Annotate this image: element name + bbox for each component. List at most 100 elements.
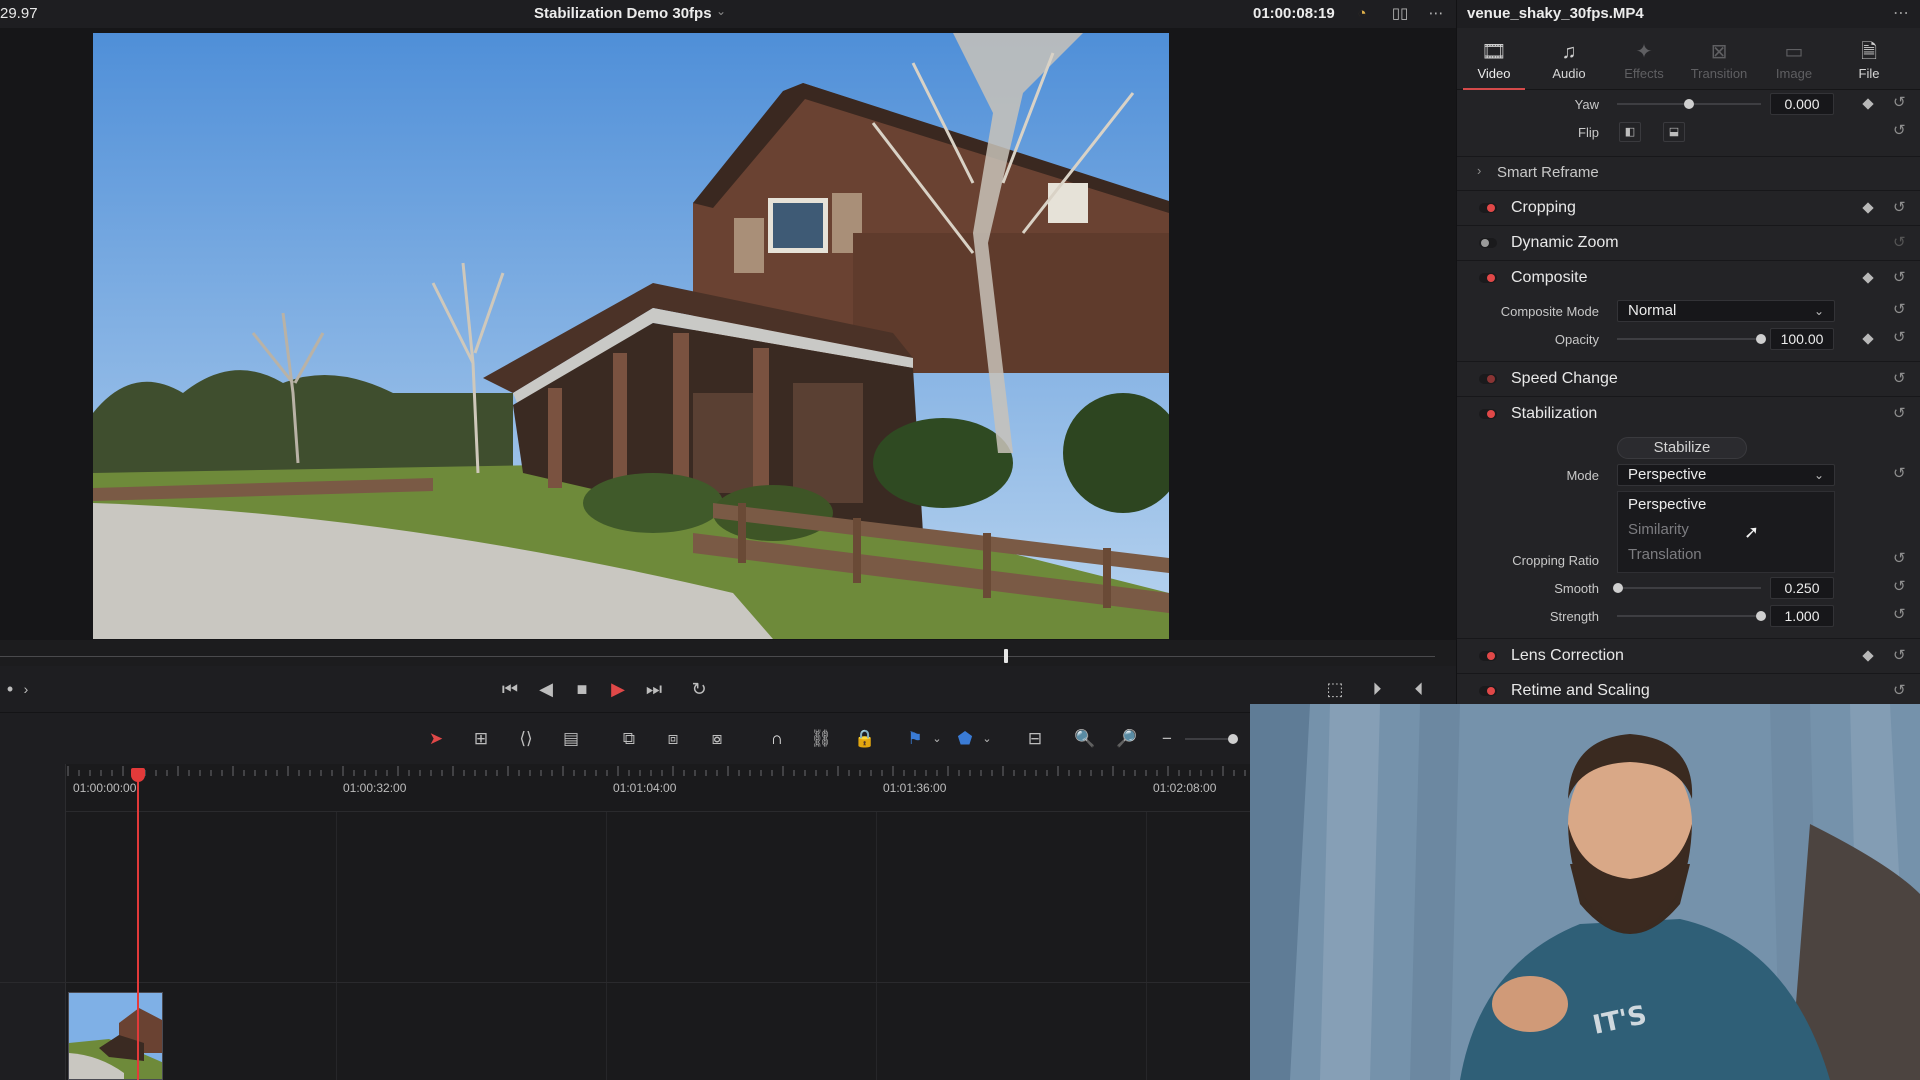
stabilize-button[interactable]: Stabilize (1617, 437, 1747, 459)
ruler-label: 01:02:08:00 (1153, 781, 1217, 795)
keyframe-icon[interactable] (1862, 202, 1874, 214)
reset-icon[interactable]: ↺ (1893, 121, 1906, 139)
reset-icon[interactable]: ↺ (1893, 646, 1906, 664)
strength-slider[interactable] (1617, 615, 1761, 617)
zoom-out-icon[interactable]: − (1152, 725, 1182, 753)
dynamic-zoom-section[interactable]: Dynamic Zoom ↺ (1457, 225, 1920, 259)
menu-item-perspective[interactable]: Perspective (1628, 496, 1706, 513)
retime-scaling-section[interactable]: Retime and Scaling ↺ (1457, 673, 1920, 707)
enable-toggle[interactable] (1479, 374, 1497, 384)
enable-toggle[interactable] (1479, 686, 1497, 696)
opacity-slider[interactable] (1617, 338, 1761, 340)
more-options-icon[interactable]: ⋯ (1425, 3, 1447, 25)
zoom-slider-knob[interactable] (1228, 734, 1238, 744)
enable-toggle[interactable] (1479, 203, 1497, 213)
detail-zoom-icon[interactable]: 🔍 (1070, 725, 1100, 753)
chevron-down-icon[interactable]: ⌄ (716, 4, 726, 18)
reset-icon[interactable]: ↺ (1893, 404, 1906, 422)
composite-section[interactable]: Composite ↺ (1457, 260, 1920, 294)
snapping-icon[interactable]: ∩ (762, 725, 792, 753)
reset-icon[interactable]: ↺ (1893, 605, 1906, 623)
go-to-end-button[interactable]: ⏭ (639, 666, 669, 712)
custom-zoom-icon[interactable]: 🔎 (1112, 725, 1142, 753)
trim-tool-icon[interactable]: ⊞ (466, 725, 496, 753)
lens-correction-section[interactable]: Lens Correction ↺ (1457, 638, 1920, 672)
speed-change-section[interactable]: Speed Change ↺ (1457, 361, 1920, 395)
reset-icon[interactable]: ↺ (1893, 300, 1906, 318)
enable-toggle[interactable] (1479, 238, 1497, 248)
reset-icon[interactable]: ↺ (1893, 369, 1906, 387)
smart-reframe-row[interactable]: › Smart Reframe (1457, 156, 1920, 186)
insert-clip-icon[interactable]: ⧉ (614, 725, 644, 753)
more-options-icon[interactable]: ⋯ (1893, 3, 1909, 23)
composite-mode-dropdown[interactable]: Normal ⌄ (1617, 300, 1835, 322)
grid-line (1146, 812, 1147, 1080)
keyframe-icon[interactable] (1862, 98, 1874, 110)
strength-value[interactable]: 1.000 (1770, 605, 1834, 627)
opacity-slider-knob[interactable] (1756, 334, 1766, 344)
stabilization-mode-dropdown[interactable]: Perspective ⌄ (1617, 464, 1835, 486)
playhead[interactable] (137, 774, 139, 1080)
strength-slider-knob[interactable] (1756, 611, 1766, 621)
play-button[interactable]: ▶ (603, 666, 633, 712)
tab-transition[interactable]: ⊠ Transition (1682, 28, 1756, 90)
reset-icon[interactable]: ↺ (1893, 681, 1906, 699)
reset-icon[interactable]: ↺ (1893, 577, 1906, 595)
reset-icon[interactable]: ↺ (1893, 549, 1906, 567)
tab-video[interactable]: 🎞 Video (1457, 28, 1531, 90)
reset-icon[interactable]: ↺ (1893, 268, 1906, 286)
timeline-clip[interactable] (68, 992, 163, 1080)
chevron-down-icon[interactable]: ⌄ (922, 725, 952, 753)
tab-file[interactable]: 🗎 File (1832, 28, 1906, 90)
reset-icon[interactable]: ↺ (1893, 233, 1906, 251)
flip-horizontal-icon[interactable]: ◧ (1619, 122, 1641, 142)
yaw-slider-knob[interactable] (1684, 99, 1694, 109)
enable-toggle[interactable] (1479, 409, 1497, 419)
scrub-bar[interactable] (0, 656, 1435, 657)
loop-button[interactable]: ↻ (684, 666, 714, 712)
split-view-icon[interactable]: ▯▯ (1389, 3, 1411, 25)
color-wheel-icon[interactable]: ◔ (1351, 3, 1373, 25)
smooth-slider[interactable] (1617, 587, 1761, 589)
menu-item-translation[interactable]: Translation (1628, 546, 1702, 563)
tab-effects[interactable]: ✦ Effects (1607, 28, 1681, 90)
flip-label: Flip (1578, 125, 1599, 140)
reset-icon[interactable]: ↺ (1893, 464, 1906, 482)
stop-button[interactable]: ■ (567, 666, 597, 712)
tab-label: Transition (1690, 66, 1748, 81)
flip-vertical-icon[interactable]: ⬓ (1663, 122, 1685, 142)
smooth-slider-knob[interactable] (1613, 583, 1623, 593)
cropping-section[interactable]: Cropping ↺ (1457, 190, 1920, 224)
timeline-ruler[interactable]: 01:00:00:00 01:00:32:00 01:01:04:00 01:0… (66, 764, 1250, 812)
dynamic-trim-icon[interactable]: ⟨⟩ (511, 725, 541, 753)
chevron-right-icon[interactable]: › (16, 666, 36, 712)
reverse-play-button[interactable]: ◀ (531, 666, 561, 712)
reset-icon[interactable]: ↺ (1893, 328, 1906, 346)
enable-toggle[interactable] (1479, 273, 1497, 283)
replace-clip-icon[interactable]: ⧇ (702, 725, 732, 753)
scrub-handle[interactable] (1004, 649, 1008, 663)
linked-selection-icon[interactable]: ⛓ (806, 725, 836, 753)
keyframe-icon[interactable] (1862, 272, 1874, 284)
tab-image[interactable]: ▭ Image (1757, 28, 1831, 90)
keyframe-icon[interactable] (1862, 650, 1874, 662)
chevron-down-icon[interactable]: ⌄ (972, 725, 1002, 753)
enable-toggle[interactable] (1479, 651, 1497, 661)
reset-icon[interactable]: ↺ (1893, 198, 1906, 216)
smooth-value[interactable]: 0.250 (1770, 577, 1834, 599)
tab-audio[interactable]: ♫ Audio (1532, 28, 1606, 90)
menu-item-similarity[interactable]: Similarity (1628, 521, 1689, 538)
blade-tool-icon[interactable]: ▤ (556, 725, 586, 753)
keyframe-icon[interactable] (1862, 333, 1874, 345)
opacity-value[interactable]: 100.00 (1770, 328, 1834, 350)
overwrite-clip-icon[interactable]: ⧈ (658, 725, 688, 753)
selection-tool-icon[interactable]: ➤ (421, 725, 451, 753)
project-title[interactable]: Stabilization Demo 30fps (534, 5, 712, 22)
stabilization-section[interactable]: Stabilization ↺ (1457, 396, 1920, 430)
go-to-start-button[interactable]: ⏮ (495, 666, 525, 712)
full-extent-zoom-icon[interactable]: ⊟ (1020, 725, 1050, 753)
reset-icon[interactable]: ↺ (1893, 93, 1906, 111)
timeline[interactable]: 01:00:00:00 01:00:32:00 01:01:04:00 01:0… (0, 764, 1250, 1080)
position-lock-icon[interactable]: 🔒 (850, 725, 880, 753)
yaw-value[interactable]: 0.000 (1770, 93, 1834, 115)
